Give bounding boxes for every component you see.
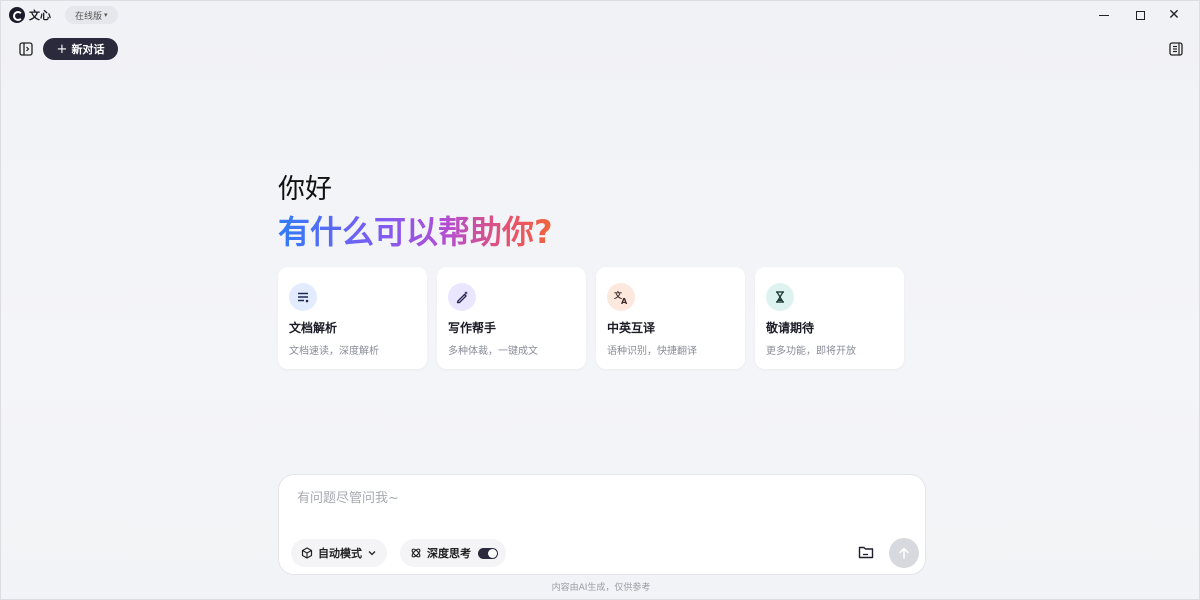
title-bar: 文心 在线版 ▾ ✕ [1,1,1199,29]
card-icon-badge: 文 A [607,283,635,311]
card-title: 文档解析 [289,321,338,335]
version-selector[interactable]: 在线版 ▾ [65,6,118,24]
card-subtitle: 语种识别，快捷翻译 [607,346,697,357]
new-chat-button[interactable]: + 新对话 [43,38,118,60]
sidebar-toggle-button[interactable] [17,40,35,58]
card-subtitle: 更多功能，即将开放 [766,346,856,357]
translate-icon: 文 A [614,290,628,305]
card-document-parse[interactable]: 文档解析 文档速读，深度解析 [278,267,427,369]
card-title: 中英互译 [607,321,656,335]
upload-file-button[interactable] [855,541,877,563]
svg-text:A: A [621,297,628,305]
close-button[interactable]: ✕ [1151,1,1197,29]
minimize-icon [1099,14,1109,16]
app-name: 文心 [29,9,51,22]
card-icon-badge [289,283,317,311]
sidebar-panel-icon [19,42,33,56]
caret-down-icon: ▾ [104,11,108,19]
deep-think-toggle-button[interactable]: 深度思考 [400,539,506,567]
deep-think-label: 深度思考 [427,547,471,560]
mode-label: 自动模式 [318,547,362,560]
card-icon-badge [766,283,794,311]
atom-icon [411,548,421,558]
chevron-down-icon [368,551,376,556]
plus-icon: + [56,41,68,57]
document-lines-icon [298,292,309,303]
arrow-up-icon [899,547,909,559]
chat-input-placeholder[interactable]: 有问题尽管问我~ [297,487,399,506]
deep-think-switch[interactable] [478,547,498,559]
greeting-question: 有什么可以帮助你? [278,207,553,253]
card-title: 写作帮手 [448,321,497,335]
cube-icon [301,547,313,559]
ai-disclaimer: 内容由AI生成，仅供参考 [551,583,651,593]
app-window: 文心 在线版 ▾ ✕ + 新对话 你好 有什么可以帮助你? 文档解析 文档速读，… [0,0,1200,600]
folder-icon [858,546,874,559]
right-panel-toggle-button[interactable] [1167,40,1185,58]
app-logo-icon [9,7,25,23]
card-title: 敬请期待 [766,321,815,335]
card-writing-helper[interactable]: 写作帮手 多种体裁，一键成文 [437,267,586,369]
version-label: 在线版 [75,11,103,22]
hourglass-icon [776,291,784,303]
panel-list-icon [1169,42,1183,56]
chat-input-box[interactable]: 有问题尽管问我~ 自动模式 深度思考 [278,474,926,575]
pen-sparkle-icon [456,291,468,304]
close-icon: ✕ [1168,7,1180,23]
mode-selector-button[interactable]: 自动模式 [291,539,387,567]
greeting-hello: 你好 [278,174,332,205]
card-subtitle: 文档速读，深度解析 [289,346,379,357]
new-chat-label: 新对话 [71,43,105,56]
card-subtitle: 多种体裁，一键成文 [448,346,538,357]
card-translate[interactable]: 文 A 中英互译 语种识别，快捷翻译 [596,267,745,369]
card-coming-soon[interactable]: 敬请期待 更多功能，即将开放 [755,267,904,369]
send-button[interactable] [889,538,919,568]
card-icon-badge [448,283,476,311]
maximize-icon [1135,10,1145,20]
